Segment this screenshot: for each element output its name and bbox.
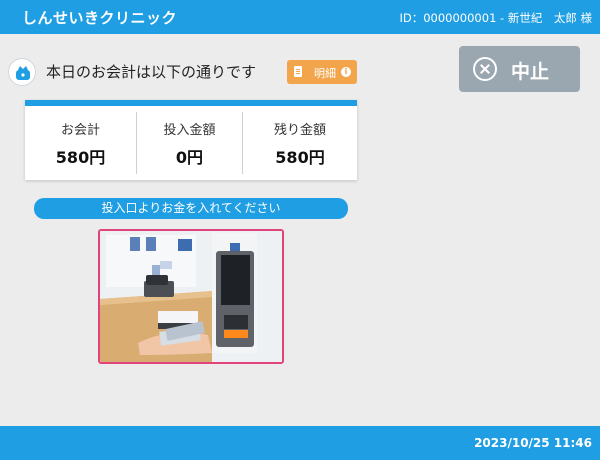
- app-title: しんせいきクリニック: [22, 9, 178, 27]
- document-icon: [294, 66, 302, 77]
- amount-inserted: 投入金額 0円: [136, 112, 242, 174]
- cancel-button[interactable]: 中止: [459, 46, 580, 92]
- app-header: しんせいきクリニック ID：0000000001 - 新世紀 太郎 様: [0, 0, 600, 34]
- amount-label: お会計: [60, 123, 100, 138]
- current-datetime: 2023/10/25 11:46: [474, 436, 592, 450]
- amount-value: 580円: [55, 148, 106, 167]
- patient-info: ID：0000000001 - 新世紀 太郎 様: [399, 11, 592, 25]
- cancel-button-label: 中止: [511, 61, 550, 83]
- amount-label: 投入金額: [163, 123, 216, 138]
- amount-label: 残り金額: [273, 123, 326, 138]
- amount-summary-card: お会計 580円 投入金額 0円 残り金額 580円: [25, 100, 357, 180]
- amount-remaining: 残り金額 580円: [242, 112, 357, 174]
- detail-button-label: 明細: [314, 67, 336, 80]
- payment-message: 本日のお会計は以下の通りです: [46, 63, 257, 81]
- wallet-icon: [8, 58, 36, 86]
- amount-total: お会計 580円: [25, 112, 136, 174]
- app-footer: 2023/10/25 11:46: [0, 426, 600, 460]
- amount-value: 0円: [175, 148, 204, 167]
- info-icon: i: [341, 67, 351, 77]
- payment-machine-guide-image: [98, 229, 284, 364]
- instruction-banner: 投入口よりお金を入れてください: [34, 198, 348, 219]
- x-circle-icon: [473, 57, 497, 81]
- detail-button[interactable]: 明細 i: [287, 60, 357, 84]
- amount-value: 580円: [275, 148, 325, 167]
